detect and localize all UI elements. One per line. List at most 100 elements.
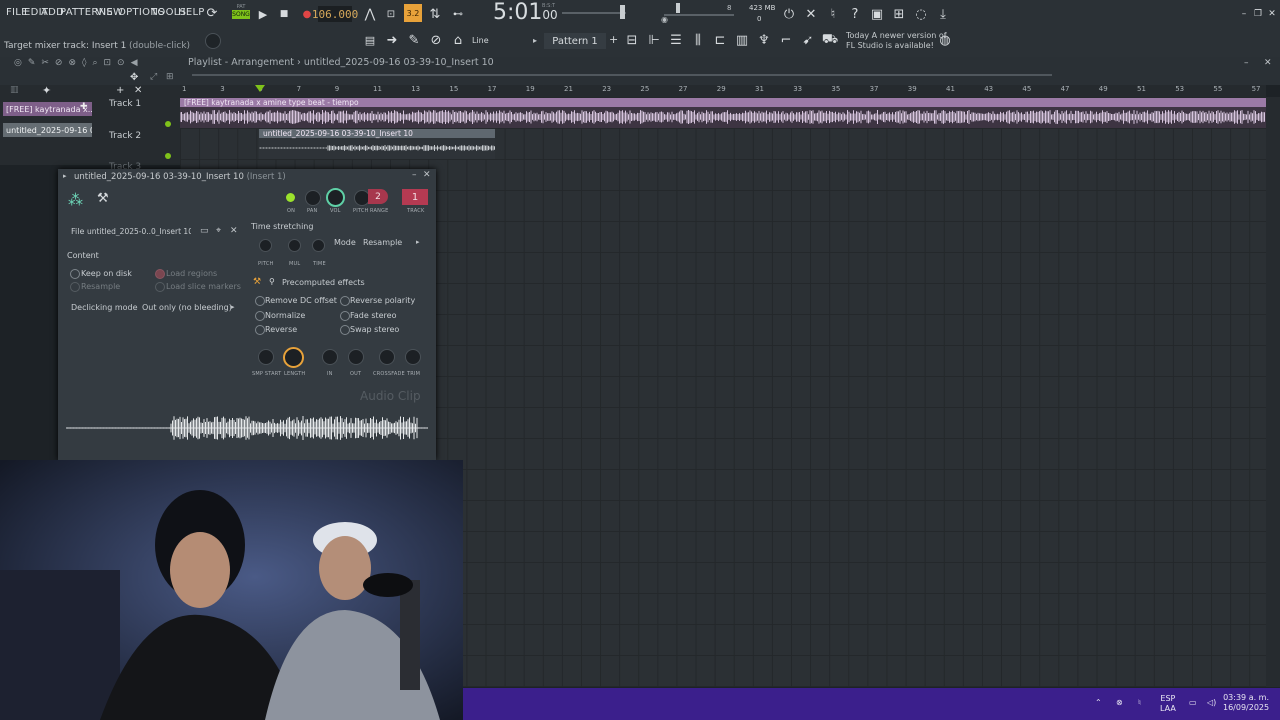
playlist-scrollbar[interactable] — [192, 74, 1052, 76]
refresh-icon[interactable]: ⟳ — [204, 5, 220, 21]
chevron-right-icon[interactable]: ▸ — [533, 36, 537, 45]
folder-icon[interactable]: ▭ — [200, 226, 209, 236]
tray-chevron-icon[interactable]: ⌃ — [1095, 698, 1102, 708]
brush-icon[interactable]: ⌐ — [778, 32, 794, 48]
playhead-marker[interactable] — [255, 85, 265, 92]
track-value[interactable]: 1 — [402, 189, 428, 205]
smp-start-knob[interactable] — [258, 349, 274, 365]
wait-icon[interactable]: ⊡ — [383, 6, 399, 22]
bird-icon[interactable]: ➹ — [800, 32, 816, 48]
main-knob[interactable] — [205, 33, 221, 49]
metronome-icon[interactable]: ⋀ — [362, 6, 378, 22]
crossfade-knob[interactable] — [379, 349, 395, 365]
stop-icon[interactable]: ■ — [276, 6, 292, 22]
track-1-label[interactable]: Track 1 — [109, 99, 141, 109]
save-icon[interactable]: ▣ — [869, 6, 885, 22]
out-knob[interactable] — [348, 349, 364, 365]
picker-item-kaytranada[interactable]: [FREE] kaytranada x... — [3, 102, 92, 116]
arrow-right-icon[interactable]: ➜ — [384, 32, 400, 48]
tool-mode-select[interactable]: Line — [472, 36, 489, 45]
load-regions-radio[interactable] — [155, 269, 165, 279]
browser-icon[interactable]: ⊏ — [712, 32, 728, 48]
timeline-ruler[interactable]: 1 3 5 7 9 11 13 15 17 19 21 23 25 27 29 31 33 35 37 39 41 43 4… — [180, 85, 1266, 97]
snap-icon[interactable]: ⤢ — [150, 72, 157, 82]
add-track-icon[interactable]: + — [116, 85, 124, 96]
news-panel[interactable]: Today A newer version of FL Studio is ava… — [846, 31, 947, 51]
ts-mul-knob[interactable] — [288, 239, 301, 252]
track-2-mute-led[interactable] — [165, 153, 171, 159]
track-2-label[interactable]: Track 2 — [109, 131, 141, 141]
fade-stereo-radio[interactable] — [340, 311, 350, 321]
loop-record-icon[interactable]: ⊷ — [450, 6, 466, 22]
piano-roll-icon[interactable]: ⊩ — [646, 32, 662, 48]
pattern-selector[interactable]: Pattern 1 — [544, 33, 606, 49]
swap-stereo-radio[interactable] — [340, 325, 350, 335]
countdown-icon[interactable]: ⇅ — [427, 6, 443, 22]
declicking-select[interactable]: Out only (no bleeding) — [142, 303, 232, 312]
cross-icon[interactable]: ✕ — [134, 85, 142, 96]
vertical-scrollbar[interactable] — [1266, 97, 1280, 687]
keep-on-disk-radio[interactable] — [70, 269, 80, 279]
volume-icon[interactable]: ◁) — [1207, 698, 1216, 708]
grid-icon[interactable]: ⊞ — [166, 72, 174, 82]
add-pattern-icon[interactable]: + — [609, 33, 618, 46]
track-1-mute-led[interactable] — [165, 121, 171, 127]
close-x-icon[interactable]: ✕ — [803, 6, 819, 22]
ts-pitch-knob[interactable] — [259, 239, 272, 252]
trim-knob[interactable] — [405, 349, 421, 365]
window-arrow-icon[interactable]: ▸ — [63, 172, 67, 180]
master-pitch-slider[interactable] — [664, 14, 734, 16]
mixer-icon[interactable]: ⫼ — [690, 32, 706, 48]
playlist-icon[interactable]: ⊟ — [624, 32, 640, 48]
step-button[interactable]: 3.2 — [404, 4, 422, 22]
playlist-close-icon[interactable]: ✕ — [1264, 58, 1272, 68]
cart-icon[interactable]: ⛟ — [822, 32, 838, 48]
declicking-chevron-icon[interactable]: ▸ — [231, 303, 235, 311]
plugin-icon[interactable]: ⊞ — [891, 6, 907, 22]
mode-chevron-icon[interactable]: ▸ — [416, 238, 420, 246]
on-led[interactable] — [286, 193, 295, 202]
clipboard-icon[interactable]: ▥ — [734, 32, 750, 48]
globe-icon[interactable]: ◍ — [937, 32, 953, 48]
resample-radio[interactable] — [70, 282, 80, 292]
playlist-tools-icons[interactable]: ◎✎✂⊘⊗◊⌕⊡⊙◀ — [14, 58, 144, 68]
wrench-icon[interactable]: ⚒ — [97, 191, 109, 206]
keyboard-icon[interactable]: ▤ — [362, 32, 378, 48]
stamp-icon[interactable]: ⌂ — [450, 32, 466, 48]
mode-select[interactable]: Resample — [363, 238, 402, 247]
close-window-icon[interactable]: ✕ — [1264, 6, 1280, 22]
waveform-tab-icon[interactable]: ⁂ — [68, 191, 83, 209]
picker-item-untitled[interactable]: untitled_2025-09-16 03-... — [3, 123, 92, 137]
play-icon[interactable]: ▶ — [255, 6, 271, 22]
vol-knob[interactable] — [326, 188, 345, 207]
file-close-icon[interactable]: ✕ — [230, 226, 238, 236]
file-name[interactable]: untitled_2025-0..0_Insert 10.wav — [87, 227, 191, 236]
load-slice-radio[interactable] — [155, 282, 165, 292]
pat-song-toggle[interactable]: PAT SONG — [232, 4, 250, 24]
menu-help[interactable]: HELP — [178, 7, 205, 18]
picker-wave-icon[interactable]: ✦ — [42, 84, 51, 97]
ts-time-knob[interactable] — [312, 239, 325, 252]
length-knob[interactable] — [283, 347, 304, 368]
mic-tray-icon[interactable]: ♮ — [1138, 698, 1141, 708]
draw-icon[interactable]: ✎ — [406, 32, 422, 48]
channel-minimize-icon[interactable]: – — [412, 170, 417, 180]
network-icon[interactable]: ⊗ — [1116, 698, 1123, 708]
pin-icon[interactable]: ⌖ — [216, 226, 221, 236]
in-knob[interactable] — [322, 349, 338, 365]
remove-dc-radio[interactable] — [255, 296, 265, 306]
range-value[interactable]: 2 — [368, 189, 388, 204]
display-icon[interactable]: ▭ — [1189, 698, 1197, 708]
pan-knob[interactable] — [305, 190, 321, 206]
pin-small-icon[interactable]: ⚲ — [269, 277, 275, 286]
reverse-radio[interactable] — [255, 325, 265, 335]
channel-rack-icon[interactable]: ☰ — [668, 32, 684, 48]
microphone-icon[interactable]: ♮ — [825, 6, 841, 22]
plug-icon[interactable]: ♆ — [756, 32, 772, 48]
audio-clip-kaytranada[interactable]: [FREE] kaytranada x amine type beat - ti… — [180, 98, 1266, 128]
picker-mode-icon[interactable]: ▥ — [10, 85, 19, 95]
channel-close-icon[interactable]: ✕ — [423, 170, 431, 180]
help-icon[interactable]: ? — [847, 6, 863, 22]
power-icon[interactable]: ⏻ — [781, 6, 797, 22]
master-pitch-handle[interactable] — [676, 3, 680, 13]
